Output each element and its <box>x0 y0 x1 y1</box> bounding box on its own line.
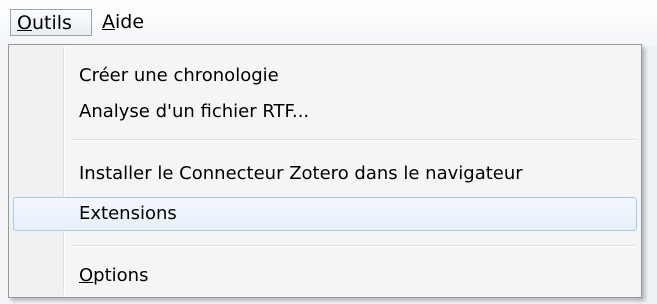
menu-outils-label: utils <box>31 12 72 34</box>
menu-aide[interactable]: Aide <box>96 9 150 36</box>
menu-item-options-accel: O <box>79 265 94 286</box>
menu-item-creer-chronologie[interactable]: Créer une chronologie <box>13 59 637 93</box>
menu-outils[interactable]: Outils <box>10 9 92 36</box>
app-window: Outils Aide Créer une chronologie Analys… <box>0 0 657 304</box>
menu-separator <box>71 245 637 247</box>
menu-item-options[interactable]: Options <box>13 259 637 293</box>
menu-item-label: Options <box>79 259 148 293</box>
menu-item-installer-connecteur[interactable]: Installer le Connecteur Zotero dans le n… <box>13 157 637 191</box>
menu-item-label: Installer le Connecteur Zotero dans le n… <box>79 163 523 184</box>
menu-item-options-label: ptions <box>93 265 149 286</box>
menu-aide-accel: A <box>102 11 115 33</box>
menu-outils-accel: O <box>17 12 32 34</box>
menu-item-label: Analyse d'un fichier RTF... <box>79 101 310 122</box>
menu-aide-label: ide <box>115 11 145 33</box>
menu-item-extensions[interactable]: Extensions <box>13 197 637 231</box>
menu-item-label: Créer une chronologie <box>79 65 279 86</box>
outils-dropdown-menu: Créer une chronologie Analyse d'un fichi… <box>8 44 642 298</box>
menu-item-label: Extensions <box>79 203 177 224</box>
menu-separator <box>71 139 637 141</box>
menu-bar: Outils Aide <box>0 0 657 46</box>
menu-item-analyse-rtf[interactable]: Analyse d'un fichier RTF... <box>13 95 637 129</box>
